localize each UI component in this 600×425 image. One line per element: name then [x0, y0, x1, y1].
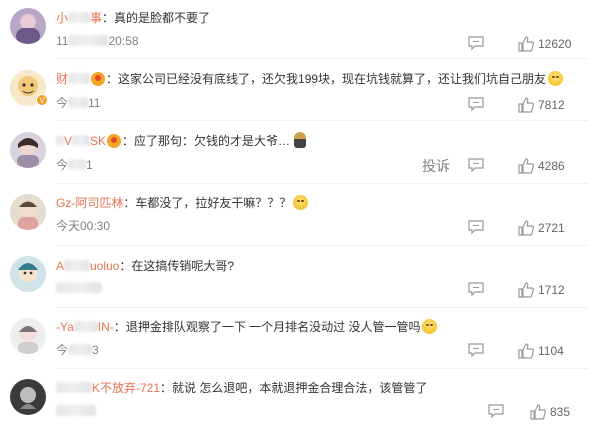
timestamp: 今天00:30 [56, 219, 111, 233]
thumbs-up-icon[interactable] [518, 97, 534, 113]
comment-actions: 1712 [382, 282, 582, 298]
divider [56, 58, 588, 59]
divider [56, 245, 588, 246]
comment-line: V SK ：应了那句：欠钱的才是大爷… [56, 132, 307, 149]
timestamp [56, 403, 96, 419]
comment-text: 在这搞传销呢大哥? [131, 259, 235, 273]
comment-reply-icon[interactable] [488, 404, 504, 418]
timestamp: 今 11 [56, 96, 101, 110]
timestamp: 11 20:58 [56, 34, 139, 48]
comment-actions: 7812 [382, 97, 582, 113]
avatar[interactable] [10, 318, 46, 354]
like-count: 4286 [538, 159, 565, 173]
like-count: 2721 [538, 221, 565, 235]
avatar[interactable] [10, 8, 46, 44]
thumbs-up-icon[interactable] [518, 36, 534, 52]
username[interactable]: Gz-阿司匹林 [56, 196, 123, 210]
comment-text: 退押金排队观察了一下 一个月排名没动过 没人管一管吗 [125, 320, 421, 334]
avatar[interactable] [10, 256, 46, 292]
comment-reply-icon[interactable] [468, 343, 484, 357]
figure-emoji-icon [294, 132, 307, 148]
comment-actions: 1104 [382, 343, 582, 359]
username[interactable]: 小事 [56, 11, 102, 25]
comment-text: 这家公司已经没有底线了，还欠我199块，现在坑钱就算了，还让我们坑自己朋友 [118, 72, 547, 86]
comment-line: K不放弃-721：就说 怎么退吧，本就退押金合理合法，该管管了 [56, 380, 427, 396]
comment-reply-icon[interactable] [468, 97, 484, 111]
thumbs-up-icon[interactable] [530, 404, 546, 420]
username[interactable]: -Ya IN- [56, 320, 114, 334]
comment-reply-icon[interactable] [468, 220, 484, 234]
divider [56, 368, 588, 369]
thumbs-up-icon[interactable] [518, 282, 534, 298]
like-count: 12620 [538, 37, 572, 51]
thumbs-up-icon[interactable] [518, 158, 534, 174]
member-badge-icon [107, 134, 122, 148]
comment-actions: 835 [382, 404, 582, 420]
comment-line: Auoluo：在这搞传销呢大哥? [56, 259, 235, 273]
comment-actions: 投诉 4286 [382, 158, 582, 174]
username[interactable]: K不放弃-721 [56, 381, 160, 395]
comment-line: 财：这家公司已经没有底线了，还欠我199块，现在坑钱就算了，还让我们坑自己朋友 [56, 71, 564, 87]
laugh-cry-emoji-icon [548, 71, 564, 86]
avatar[interactable] [10, 132, 46, 168]
timestamp [56, 280, 102, 296]
username[interactable]: Auoluo [56, 259, 119, 273]
avatar[interactable] [10, 379, 46, 415]
comment-reply-icon[interactable] [468, 282, 484, 296]
comment-actions: 12620 [382, 36, 582, 52]
like-count: 1104 [538, 344, 564, 358]
comment-text: 应了那句：欠钱的才是大爷… [134, 134, 291, 148]
member-badge-icon [91, 72, 106, 86]
comment-reply-icon[interactable] [468, 158, 484, 172]
report-button[interactable]: 投诉 [422, 158, 450, 174]
comment-reply-icon[interactable] [468, 36, 484, 50]
like-count: 1712 [538, 283, 565, 297]
laugh-cry-emoji-icon [422, 319, 438, 334]
comment-text: 就说 怎么退吧，本就退押金合理合法，该管管了 [172, 381, 428, 395]
avatar[interactable] [10, 194, 46, 230]
timestamp: 今3 [56, 343, 99, 357]
verified-badge-icon: V [36, 94, 48, 106]
comment-line: -Ya IN-：退押金排队观察了一下 一个月排名没动过 没人管一管吗 [56, 319, 438, 335]
like-count: 835 [550, 405, 571, 419]
thumbs-up-icon[interactable] [518, 220, 534, 236]
comment-line: Gz-阿司匹林：车都没了，拉好友干嘛？？？ [56, 195, 309, 211]
comment-line: 小事：真的是脸都不要了 [56, 11, 211, 25]
timestamp: 今1 [56, 158, 93, 172]
comment-text: 车都没了，拉好友干嘛？？？ [135, 196, 292, 210]
like-count: 7812 [538, 98, 565, 112]
username[interactable]: 财 [56, 72, 91, 86]
divider [56, 307, 588, 308]
comment-text: 真的是脸都不要了 [114, 11, 211, 25]
divider [56, 120, 588, 121]
comment-actions: 2721 [382, 220, 582, 236]
sweat-smile-emoji-icon [293, 195, 309, 210]
username[interactable]: V SK [56, 134, 106, 148]
divider [56, 183, 588, 184]
thumbs-up-icon[interactable] [518, 343, 534, 359]
